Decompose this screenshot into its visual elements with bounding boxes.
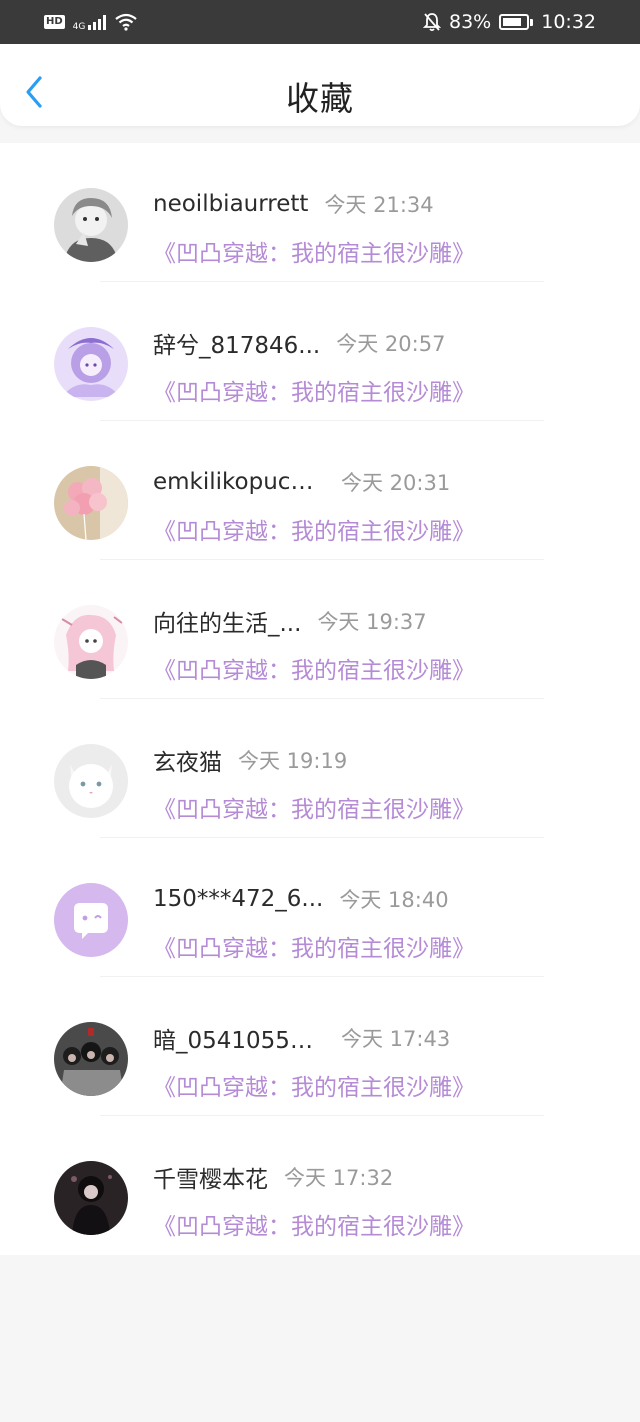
- avatar[interactable]: [54, 605, 128, 679]
- avatar[interactable]: [54, 883, 128, 957]
- battery-icon: [499, 14, 534, 30]
- network-type: 4G: [72, 22, 86, 32]
- work-title[interactable]: 《凹凸穿越：我的宿主很沙雕》: [153, 1068, 475, 1102]
- list-item[interactable]: 辞兮_817846... 今天 20:57 《凹凸穿越：我的宿主很沙雕》: [0, 282, 640, 421]
- work-title[interactable]: 《凹凸穿越：我的宿主很沙雕》: [153, 234, 475, 268]
- item-header: emkilikopuce... 今天 20:31: [153, 467, 450, 497]
- list-item[interactable]: 150***472_6... 今天 18:40 《凹凸穿越：我的宿主很沙雕》: [0, 838, 640, 977]
- item-header: 150***472_6... 今天 18:40: [153, 884, 449, 914]
- timestamp: 今天 17:43: [341, 1027, 451, 1051]
- work-title[interactable]: 《凹凸穿越：我的宿主很沙雕》: [153, 1207, 475, 1241]
- wifi-icon: [115, 13, 138, 31]
- timestamp: 今天 19:19: [238, 749, 348, 773]
- list-item[interactable]: 暗_05410559... 今天 17:43 《凹凸穿越：我的宿主很沙雕》: [0, 977, 640, 1116]
- list-item[interactable]: emkilikopuce... 今天 20:31 《凹凸穿越：我的宿主很沙雕》: [0, 421, 640, 560]
- item-header: 千雪樱本花 今天 17:32: [153, 1162, 394, 1193]
- work-title[interactable]: 《凹凸穿越：我的宿主很沙雕》: [153, 929, 475, 963]
- item-header: 向往的生活_... 今天 19:37: [153, 606, 427, 637]
- list-item[interactable]: 向往的生活_... 今天 19:37 《凹凸穿越：我的宿主很沙雕》: [0, 560, 640, 699]
- username: 150***472_6...: [153, 886, 324, 912]
- header: 收藏: [0, 44, 640, 126]
- timestamp: 今天 21:34: [324, 193, 434, 217]
- favorites-list: neoilbiaurrett 今天 21:34 《凹凸穿越：我的宿主很沙雕》 辞…: [0, 143, 640, 1255]
- hd-badge: HD: [44, 15, 65, 29]
- timestamp: 今天 17:32: [284, 1166, 394, 1190]
- work-title[interactable]: 《凹凸穿越：我的宿主很沙雕》: [153, 651, 475, 685]
- username: 暗_05410559...: [153, 1028, 325, 1054]
- avatar[interactable]: [54, 188, 128, 262]
- username: 向往的生活_...: [153, 611, 302, 637]
- status-bar-left: HD 4G: [44, 12, 138, 32]
- username: 玄夜猫: [153, 750, 222, 776]
- username: 千雪樱本花: [153, 1167, 268, 1193]
- clock: 10:32: [541, 11, 596, 33]
- timestamp: 今天 20:57: [336, 332, 446, 356]
- battery-fill: [503, 18, 522, 26]
- list-item[interactable]: 玄夜猫 今天 19:19 《凹凸穿越：我的宿主很沙雕》: [0, 699, 640, 838]
- page-title: 收藏: [286, 79, 354, 118]
- battery-percent: 83%: [449, 11, 492, 33]
- username: 辞兮_817846...: [153, 333, 321, 359]
- work-title[interactable]: 《凹凸穿越：我的宿主很沙雕》: [153, 373, 475, 407]
- username: emkilikopuce...: [153, 469, 325, 495]
- item-header: 暗_05410559... 今天 17:43: [153, 1023, 451, 1054]
- avatar[interactable]: [54, 1022, 128, 1096]
- signal-icon: [88, 14, 107, 30]
- timestamp: 今天 19:37: [317, 610, 427, 634]
- timestamp: 今天 18:40: [339, 888, 449, 912]
- item-header: 辞兮_817846... 今天 20:57: [153, 328, 446, 359]
- username: neoilbiaurrett: [153, 191, 309, 217]
- avatar[interactable]: [54, 327, 128, 401]
- work-title[interactable]: 《凹凸穿越：我的宿主很沙雕》: [153, 790, 475, 824]
- bell-off-icon: [423, 13, 441, 32]
- list-item[interactable]: 千雪樱本花 今天 17:32 《凹凸穿越：我的宿主很沙雕》: [0, 1116, 640, 1255]
- avatar[interactable]: [54, 1161, 128, 1235]
- status-bar: HD 4G 83% 10:32: [0, 0, 640, 44]
- list-item[interactable]: neoilbiaurrett 今天 21:34 《凹凸穿越：我的宿主很沙雕》: [0, 143, 640, 282]
- avatar[interactable]: [54, 466, 128, 540]
- avatar[interactable]: [54, 744, 128, 818]
- timestamp: 今天 20:31: [341, 471, 451, 495]
- status-bar-right: 83% 10:32: [423, 11, 596, 33]
- item-header: 玄夜猫 今天 19:19: [153, 745, 348, 776]
- work-title[interactable]: 《凹凸穿越：我的宿主很沙雕》: [153, 512, 475, 546]
- item-header: neoilbiaurrett 今天 21:34: [153, 189, 434, 219]
